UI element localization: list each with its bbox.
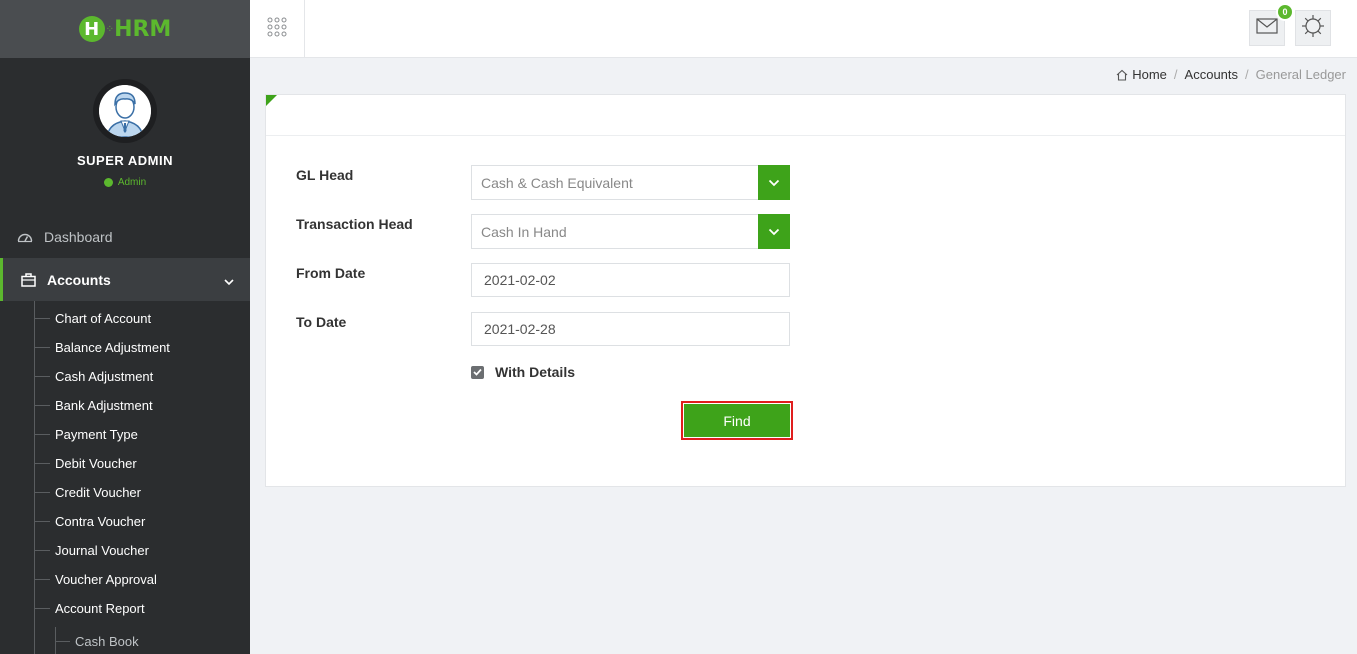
user-name: SUPER ADMIN xyxy=(76,153,174,168)
sidebar-item-balance-adjustment[interactable]: Balance Adjustment xyxy=(0,333,250,362)
sidebar-item-debit-voucher[interactable]: Debit Voucher xyxy=(0,449,250,478)
general-ledger-card: GL Head Cash & Cash Equivalent Transacti… xyxy=(265,94,1346,487)
with-details-row: With Details xyxy=(471,364,575,380)
sidebar-item-bank-adjustment[interactable]: Bank Adjustment xyxy=(0,391,250,420)
gl-head-selected-value: Cash & Cash Equivalent xyxy=(481,174,633,191)
breadcrumb-current: General Ledger xyxy=(1255,67,1346,82)
user-profile: SUPER ADMIN Admin xyxy=(0,58,250,208)
with-details-checkbox[interactable] xyxy=(471,365,484,379)
sidebar-item-cash-book[interactable]: Cash Book xyxy=(0,627,250,654)
dashboard-icon xyxy=(15,231,35,243)
message-count-badge: 0 xyxy=(1276,3,1294,21)
breadcrumb-separator: / xyxy=(1245,67,1249,82)
sidebar-item-credit-voucher[interactable]: Credit Voucher xyxy=(0,478,250,507)
chevron-down-icon[interactable] xyxy=(758,165,790,200)
breadcrumb: Home / Accounts / General Ledger xyxy=(1116,67,1346,82)
briefcase-icon xyxy=(18,272,38,287)
sidebar-item-voucher-approval[interactable]: Voucher Approval xyxy=(0,565,250,594)
settings-button[interactable] xyxy=(1295,10,1331,46)
user-role: Admin xyxy=(117,177,147,188)
logo-text: HRM xyxy=(114,16,172,42)
gl-head-label: GL Head xyxy=(296,167,354,183)
chevron-down-icon xyxy=(224,273,234,289)
to-date-input[interactable]: 2021-02-28 xyxy=(471,312,790,346)
chevron-down-icon[interactable] xyxy=(758,214,790,249)
sidebar: H ⁘ HRM SUPER ADMIN Admin Dashboard Acco… xyxy=(0,0,250,654)
logo-bar: H ⁘ HRM xyxy=(0,0,250,58)
find-button[interactable]: Find xyxy=(684,404,790,437)
sidebar-item-chart-of-account[interactable]: Chart of Account xyxy=(0,304,250,333)
sidebar-item-label: Accounts xyxy=(47,271,111,288)
messages-button[interactable]: 0 xyxy=(1249,3,1294,46)
logo-mark: H xyxy=(78,16,105,42)
sidebar-item-account-report[interactable]: Account Report xyxy=(0,594,250,623)
avatar[interactable] xyxy=(93,79,157,143)
home-icon xyxy=(1116,69,1128,81)
sidebar-item-accounts[interactable]: Accounts xyxy=(0,258,250,301)
sidebar-item-contra-voucher[interactable]: Contra Voucher xyxy=(0,507,250,536)
online-status-icon xyxy=(103,178,113,187)
transaction-head-label: Transaction Head xyxy=(296,216,413,232)
user-status: Admin xyxy=(103,177,147,188)
top-bar: 0 xyxy=(250,0,1357,58)
transaction-head-select[interactable]: Cash In Hand xyxy=(471,214,790,249)
logo-dots: ⁘ xyxy=(105,23,114,35)
app-logo[interactable]: H ⁘ HRM xyxy=(78,16,172,42)
gl-head-select[interactable]: Cash & Cash Equivalent xyxy=(471,165,790,200)
from-date-input[interactable]: 2021-02-02 xyxy=(471,263,790,297)
gear-icon xyxy=(1301,14,1325,43)
transaction-head-selected-value: Cash In Hand xyxy=(481,223,567,240)
breadcrumb-separator: / xyxy=(1173,67,1178,82)
mail-icon xyxy=(1256,17,1278,39)
card-corner-accent xyxy=(266,95,277,106)
sidebar-item-journal-voucher[interactable]: Journal Voucher xyxy=(0,536,250,565)
accounts-submenu: Chart of Account Balance Adjustment Cash… xyxy=(0,301,250,654)
from-date-label: From Date xyxy=(296,265,366,281)
with-details-label[interactable]: With Details xyxy=(495,364,575,380)
breadcrumb-home-link[interactable]: Home xyxy=(1132,67,1167,82)
sidebar-item-payment-type[interactable]: Payment Type xyxy=(0,420,250,449)
apps-grid-button[interactable] xyxy=(250,0,305,58)
checkmark-icon xyxy=(473,368,482,376)
avatar-image xyxy=(99,85,151,137)
sidebar-item-label: Dashboard xyxy=(44,228,113,245)
find-button-highlight: Find xyxy=(681,401,793,440)
breadcrumb-accounts-link[interactable]: Accounts xyxy=(1185,67,1238,82)
to-date-label: To Date xyxy=(296,314,347,330)
apps-grid-icon xyxy=(267,17,287,42)
sidebar-item-dashboard[interactable]: Dashboard xyxy=(0,215,250,258)
card-header xyxy=(266,95,1345,136)
sidebar-item-cash-adjustment[interactable]: Cash Adjustment xyxy=(0,362,250,391)
